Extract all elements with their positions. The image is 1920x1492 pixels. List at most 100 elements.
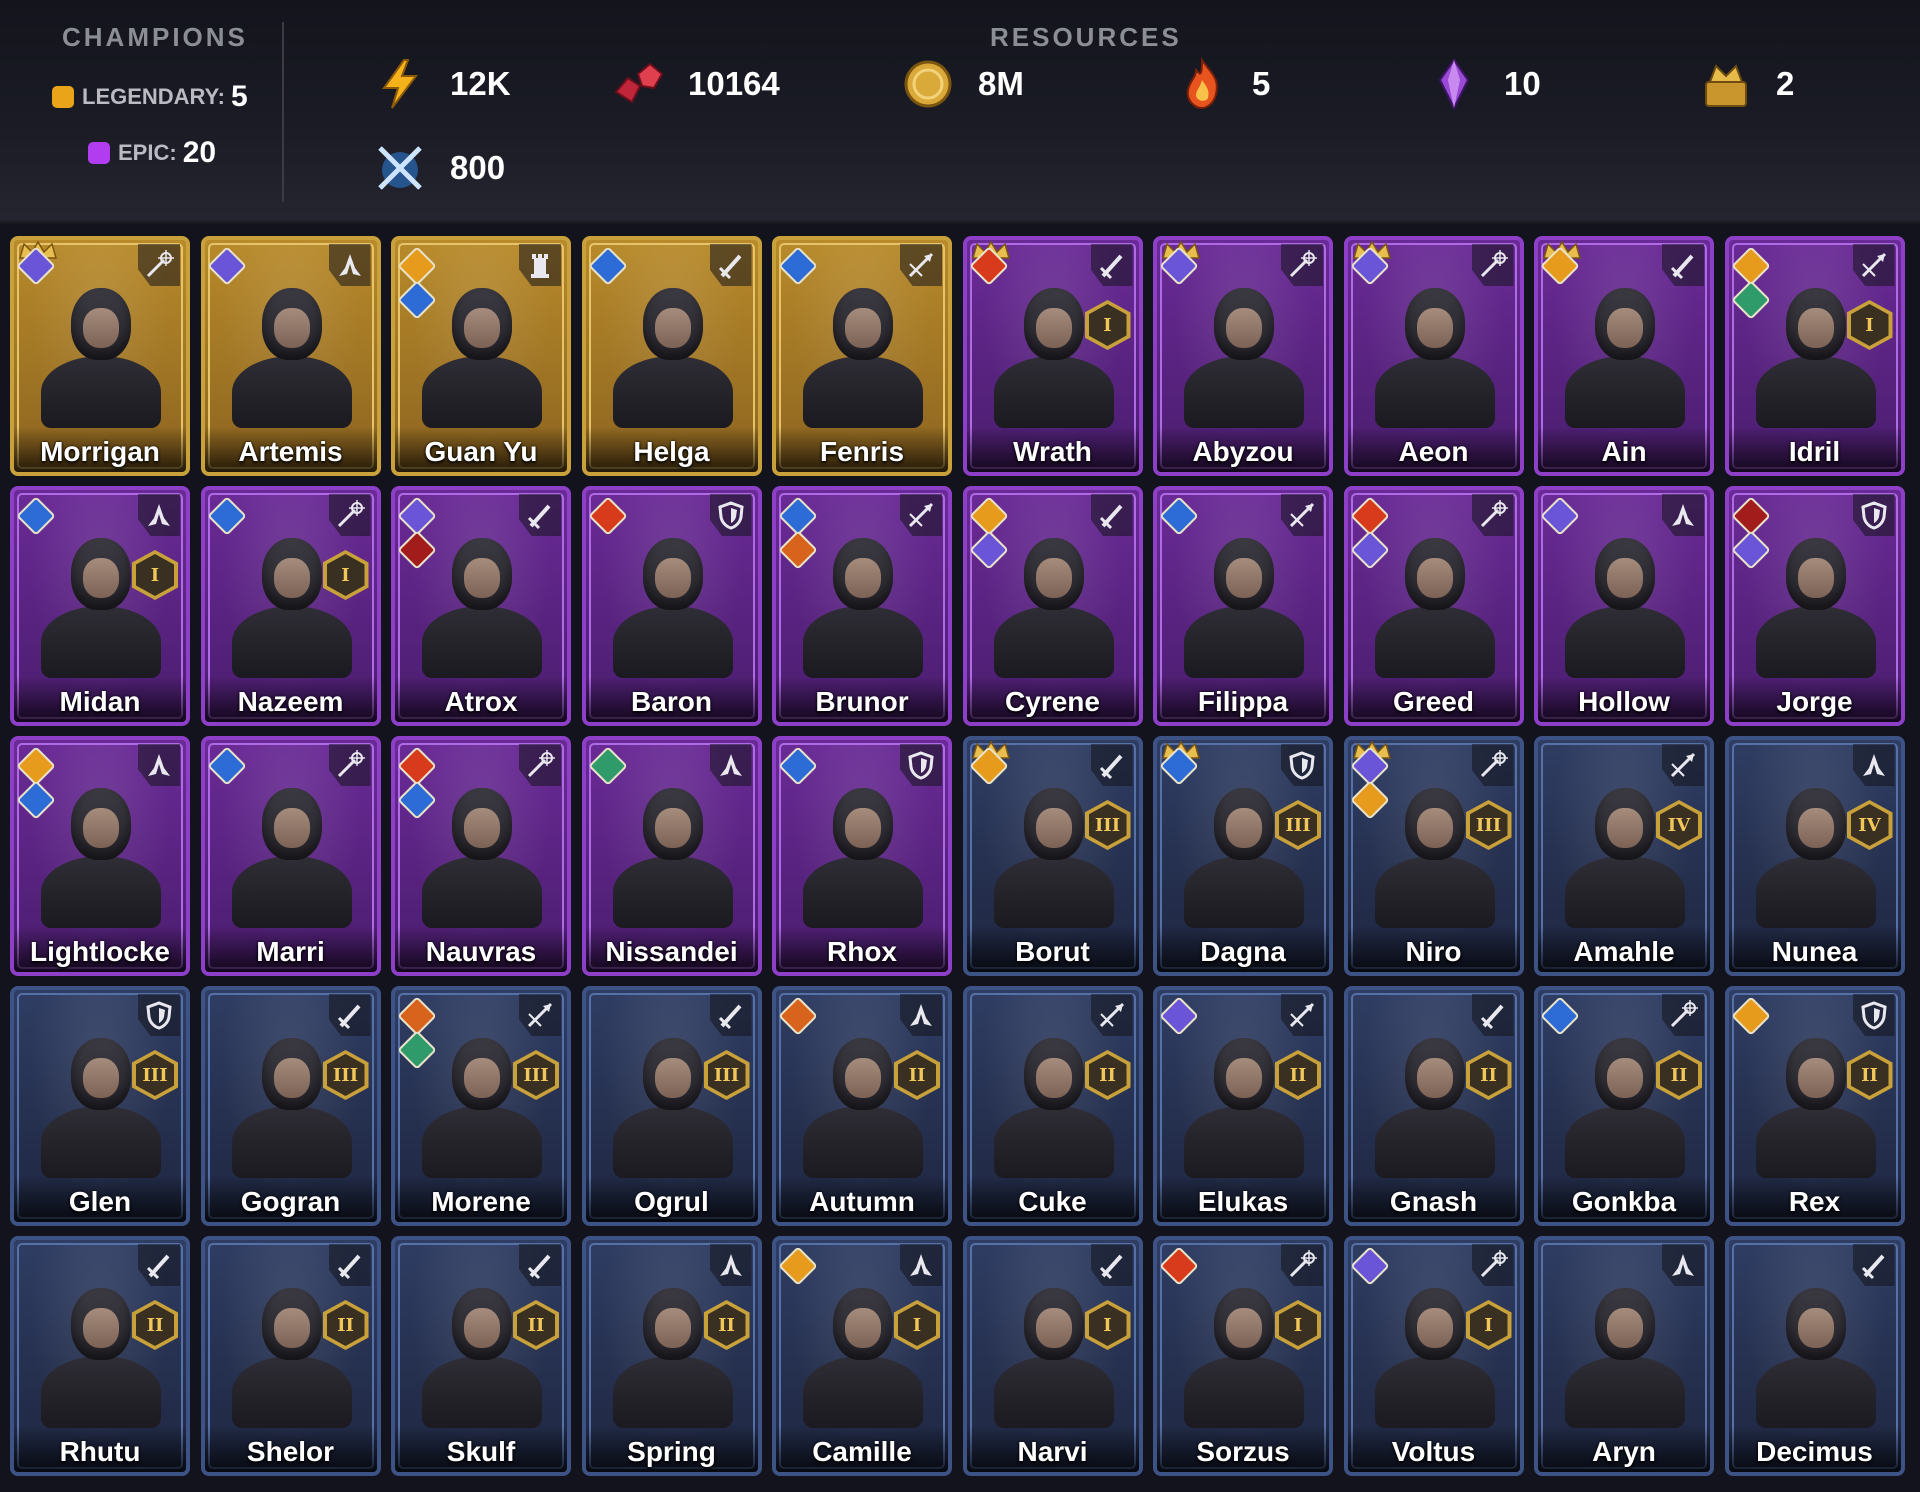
champion-name: Marri xyxy=(256,936,325,967)
rank-numeral: II xyxy=(1279,1054,1317,1096)
champion-card[interactable]: Nauvras xyxy=(391,736,571,976)
champion-card[interactable]: Atrox xyxy=(391,486,571,726)
champion-card[interactable]: I Idril xyxy=(1724,236,1905,476)
epic-label: EPIC: xyxy=(118,140,177,165)
rank-numeral: I xyxy=(1850,304,1889,346)
champion-card[interactable]: I Midan xyxy=(10,486,190,726)
champion-card[interactable]: Decimus xyxy=(1724,1236,1905,1476)
champion-card[interactable]: Abyzou xyxy=(1153,236,1333,476)
portrait-face xyxy=(845,1308,881,1348)
champion-card[interactable]: Morrigan xyxy=(10,236,190,476)
champion-card[interactable]: III Gogran xyxy=(200,986,381,1226)
portrait-face xyxy=(1797,808,1834,848)
champion-card[interactable]: Marri xyxy=(200,736,381,976)
portrait-face xyxy=(1416,808,1453,848)
champion-name: Niro xyxy=(1405,936,1462,967)
champion-card[interactable]: Hollow xyxy=(1534,486,1714,726)
champion-card[interactable]: II Shelor xyxy=(200,1236,381,1476)
portrait-body xyxy=(612,1356,733,1428)
champion-card[interactable]: II Autumn xyxy=(772,986,952,1226)
champion-card[interactable]: II Elukas xyxy=(1153,986,1333,1226)
champion-portrait xyxy=(227,1268,357,1428)
epic-count: EPIC: 20 xyxy=(88,136,216,170)
champion-card[interactable]: Helga xyxy=(581,236,762,476)
champions-title: CHAMPIONS xyxy=(62,22,248,52)
champion-card[interactable]: I Nazeem xyxy=(200,486,381,726)
champion-portrait xyxy=(417,518,547,678)
champion-card[interactable]: II Gnash xyxy=(1343,986,1524,1226)
portrait-body xyxy=(1755,606,1876,678)
portrait-face xyxy=(1226,1308,1262,1348)
portrait-body xyxy=(612,1106,733,1178)
champion-card[interactable]: III Morene xyxy=(391,986,571,1226)
champion-card[interactable]: Jorge xyxy=(1724,486,1905,726)
champion-card[interactable]: IV Nunea xyxy=(1724,736,1905,976)
portrait-body xyxy=(231,606,352,678)
portrait-body xyxy=(1184,1106,1304,1178)
fire-essence-value: 5 xyxy=(1252,65,1271,102)
portrait-body xyxy=(41,1356,161,1428)
champion-name: Narvi xyxy=(1017,1436,1088,1467)
champion-portrait xyxy=(1179,518,1309,678)
champion-name: Nissandei xyxy=(605,936,738,967)
champion-card[interactable]: Cyrene xyxy=(962,486,1143,726)
champion-card[interactable]: I Voltus xyxy=(1343,1236,1524,1476)
champion-card[interactable]: I Narvi xyxy=(962,1236,1143,1476)
portrait-face xyxy=(845,1058,881,1098)
champion-name: Ain xyxy=(1601,436,1647,467)
portrait-face xyxy=(1226,558,1262,598)
champion-name: Lightlocke xyxy=(29,936,170,967)
rank-numeral: II xyxy=(1660,1054,1698,1096)
champion-card[interactable]: Fenris xyxy=(772,236,952,476)
champion-name: Nunea xyxy=(1771,936,1858,967)
champion-card[interactable]: III Ogrul xyxy=(581,986,762,1226)
champion-portrait xyxy=(227,518,357,678)
champion-name: Dagna xyxy=(1200,936,1286,967)
portrait-face xyxy=(1226,808,1262,848)
champion-card[interactable]: II Cuke xyxy=(962,986,1143,1226)
portrait-body xyxy=(1184,356,1304,428)
champion-card[interactable]: Nissandei xyxy=(581,736,762,976)
champion-card[interactable]: III Borut xyxy=(962,736,1143,976)
champion-card[interactable]: II Rex xyxy=(1724,986,1905,1226)
champion-name: Cyrene xyxy=(1005,686,1100,717)
champion-portrait xyxy=(417,768,547,928)
champion-name: Atrox xyxy=(444,686,518,717)
champion-card[interactable]: Brunor xyxy=(772,486,952,726)
champion-card[interactable]: I Wrath xyxy=(962,236,1143,476)
champion-card[interactable]: IV Amahle xyxy=(1534,736,1714,976)
portrait-face xyxy=(1607,1058,1643,1098)
champion-card[interactable]: Guan Yu xyxy=(391,236,571,476)
gold-treasure-icon xyxy=(1705,64,1747,107)
portrait-body xyxy=(993,1106,1114,1178)
champion-card[interactable]: I Camille xyxy=(772,1236,952,1476)
champion-card[interactable]: I Sorzus xyxy=(1153,1236,1333,1476)
portrait-body xyxy=(993,356,1114,428)
champion-name: Sorzus xyxy=(1196,1436,1290,1467)
champion-name: Glen xyxy=(68,1186,132,1217)
portrait-body xyxy=(422,1106,542,1178)
champion-card[interactable]: II Skulf xyxy=(391,1236,571,1476)
champion-card[interactable]: Lightlocke xyxy=(10,736,190,976)
champion-card[interactable]: Filippa xyxy=(1153,486,1333,726)
champion-card[interactable]: Aryn xyxy=(1534,1236,1714,1476)
champion-card[interactable]: Ain xyxy=(1534,236,1714,476)
champion-card[interactable]: Artemis xyxy=(200,236,381,476)
champion-card[interactable]: III Glen xyxy=(10,986,190,1226)
arena-tokens-value: 800 xyxy=(450,149,506,186)
champion-card[interactable]: Greed xyxy=(1343,486,1524,726)
champion-card[interactable]: Baron xyxy=(581,486,762,726)
portrait-face xyxy=(845,808,881,848)
champion-card[interactable]: Rhox xyxy=(772,736,952,976)
champion-card[interactable]: II Gonkba xyxy=(1534,986,1714,1226)
portrait-body xyxy=(1184,606,1304,678)
champion-card[interactable]: III Dagna xyxy=(1153,736,1333,976)
legendary-dot xyxy=(52,86,74,108)
champion-portrait xyxy=(989,1018,1119,1178)
champion-card[interactable]: II Rhutu xyxy=(10,1236,190,1476)
champion-name: Rhutu xyxy=(59,1436,141,1467)
champion-card[interactable]: III Niro xyxy=(1343,736,1524,976)
champion-card[interactable]: Aeon xyxy=(1343,236,1524,476)
portrait-face xyxy=(1035,808,1072,848)
champion-card[interactable]: II Spring xyxy=(581,1236,762,1476)
